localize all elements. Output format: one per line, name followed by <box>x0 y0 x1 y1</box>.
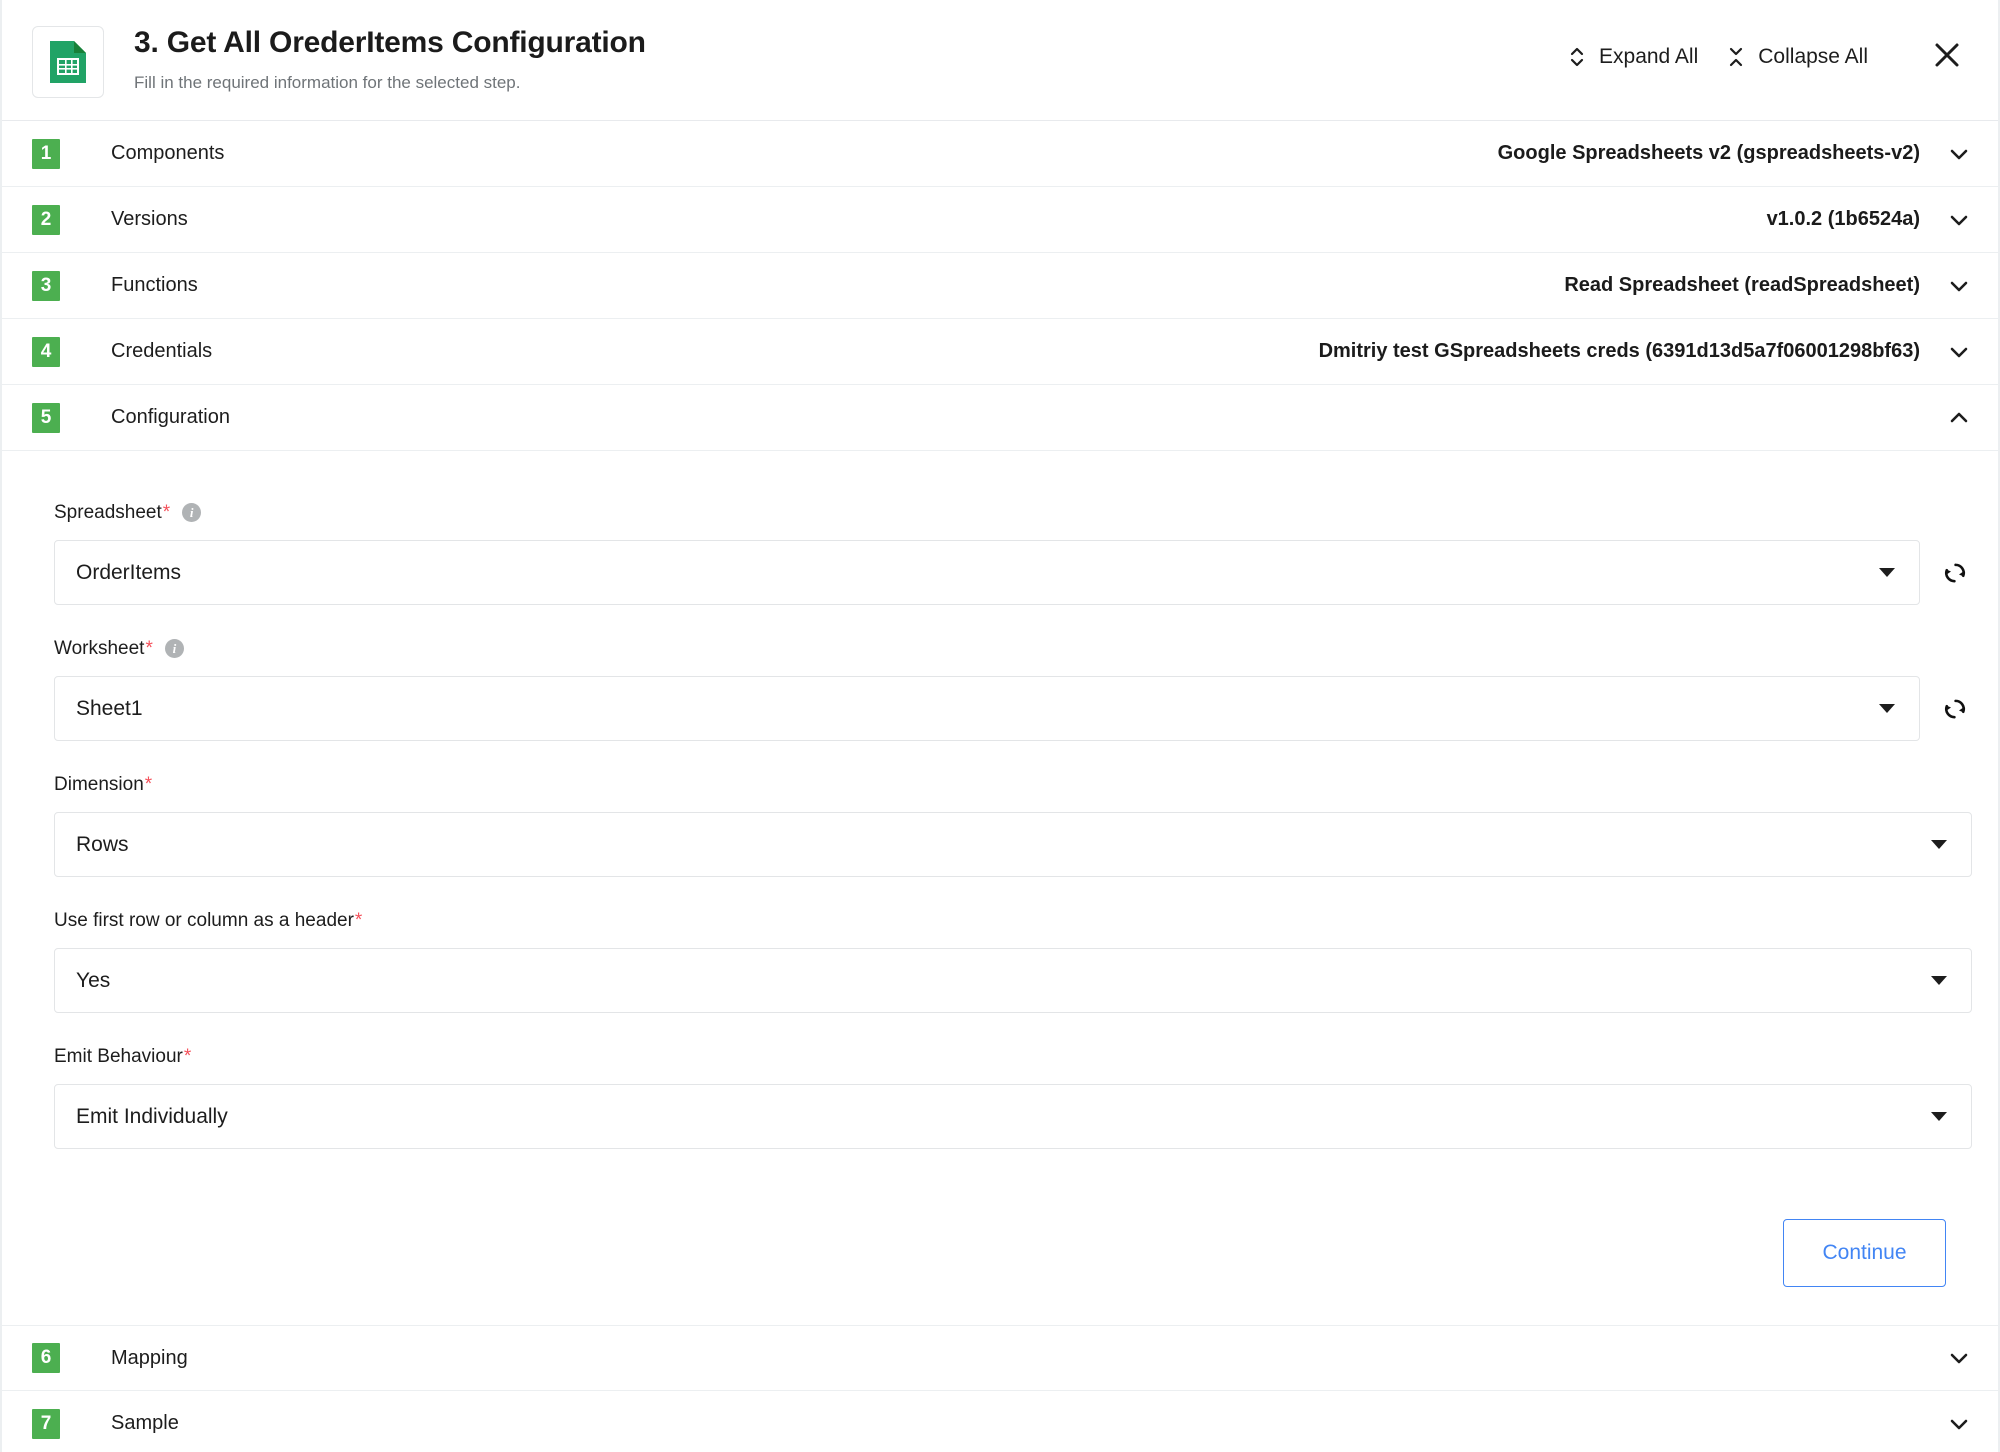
field-control: Sheet1 <box>54 676 1972 741</box>
spreadsheet-value: OrderItems <box>76 560 182 584</box>
worksheet-value: Sheet1 <box>76 696 143 720</box>
step-row-configuration[interactable]: 5 Configuration <box>2 385 1998 451</box>
steps-accordion: 1 Components Google Spreadsheets v2 (gsp… <box>2 121 1998 1452</box>
page-subtitle: Fill in the required information for the… <box>134 72 521 92</box>
configuration-panel: Spreadsheet * i OrderItems Worksheet * i… <box>2 451 1998 1325</box>
close-button[interactable] <box>1924 36 1970 77</box>
step-label: Mapping <box>111 1346 188 1369</box>
info-icon[interactable]: i <box>182 503 202 522</box>
step-label: Credentials <box>111 340 213 362</box>
collapse-vertical-icon <box>1726 44 1746 70</box>
required-marker: * <box>144 774 153 795</box>
field-label: Emit Behaviour * <box>54 1047 1972 1066</box>
required-marker: * <box>145 638 153 659</box>
field-label: Worksheet * i <box>54 639 1972 658</box>
field-label: Dimension * <box>54 775 1972 794</box>
expand-all-button[interactable]: Expand All <box>1553 38 1712 76</box>
close-icon <box>1932 40 1962 73</box>
step-label: Configuration <box>111 406 230 428</box>
emit-behaviour-value: Emit Individually <box>76 1104 228 1128</box>
step-value: Google Spreadsheets v2 (gspreadsheets-v2… <box>1497 142 1920 164</box>
emit-behaviour-select[interactable]: Emit Individually <box>54 1084 1972 1149</box>
collapse-all-label: Collapse All <box>1758 44 1868 68</box>
chevron-up-icon <box>1946 405 1972 431</box>
step-label: Sample <box>111 1412 179 1434</box>
title-block: 3. Get All OrederItems Configuration Fil… <box>134 22 646 93</box>
field-control: OrderItems <box>54 540 1972 605</box>
chevron-down-icon <box>1946 207 1972 233</box>
chevron-down-icon <box>1931 840 1947 849</box>
step-value: Read Spreadsheet (readSpreadsheet) <box>1564 274 1920 296</box>
refresh-icon[interactable] <box>1938 692 1972 726</box>
step-row-components[interactable]: 1 Components Google Spreadsheets v2 (gsp… <box>2 121 1998 187</box>
chevron-down-icon <box>1946 141 1972 167</box>
field-spreadsheet: Spreadsheet * i OrderItems <box>54 503 1972 605</box>
chevron-down-icon <box>1946 1345 1972 1371</box>
step-row-versions[interactable]: 2 Versions v1.0.2 (1b6524a) <box>2 187 1998 253</box>
field-label-text: Worksheet <box>54 638 145 659</box>
field-use-header: Use first row or column as a header * Yes <box>54 911 1972 1013</box>
step-row-functions[interactable]: 3 Functions Read Spreadsheet (readSpread… <box>2 253 1998 319</box>
step-configuration-dialog: 3. Get All OrederItems Configuration Fil… <box>0 0 2000 1452</box>
configuration-actions: Continue <box>54 1183 1972 1325</box>
step-badge: 2 <box>32 204 60 235</box>
field-label-text: Spreadsheet <box>54 502 162 523</box>
spreadsheet-select[interactable]: OrderItems <box>54 540 1920 605</box>
field-emit-behaviour: Emit Behaviour * Emit Individually <box>54 1047 1972 1149</box>
chevron-down-icon <box>1946 339 1972 365</box>
field-label-text: Emit Behaviour <box>54 1046 183 1067</box>
step-row-credentials[interactable]: 4 Credentials Dmitriy test GSpreadsheets… <box>2 319 1998 385</box>
step-badge: 7 <box>32 1408 60 1439</box>
chevron-down-icon <box>1946 1411 1972 1437</box>
step-value: v1.0.2 (1b6524a) <box>1766 208 1920 230</box>
google-sheets-icon <box>32 26 104 98</box>
step-badge: 6 <box>32 1343 60 1373</box>
collapse-all-button[interactable]: Collapse All <box>1712 38 1882 76</box>
step-value: Dmitriy test GSpreadsheets creds (6391d1… <box>1318 340 1920 362</box>
step-label: Functions <box>111 274 198 296</box>
field-control: Yes <box>54 948 1972 1013</box>
required-marker: * <box>162 502 171 523</box>
field-label-text: Use first row or column as a header <box>54 910 354 931</box>
google-sheets-glyph <box>50 41 86 83</box>
expand-vertical-icon <box>1567 44 1587 70</box>
use-header-select[interactable]: Yes <box>54 948 1972 1013</box>
step-row-sample[interactable]: 7 Sample <box>2 1391 1998 1452</box>
required-marker: * <box>354 910 363 931</box>
field-control: Rows <box>54 812 1972 877</box>
chevron-down-icon <box>1946 273 1972 299</box>
step-badge: 4 <box>32 336 60 367</box>
field-worksheet: Worksheet * i Sheet1 <box>54 639 1972 741</box>
step-label: Versions <box>111 208 188 230</box>
dialog-header: 3. Get All OrederItems Configuration Fil… <box>2 0 1998 121</box>
field-dimension: Dimension * Rows <box>54 775 1972 877</box>
use-header-value: Yes <box>76 968 111 992</box>
field-label: Use first row or column as a header * <box>54 911 1972 930</box>
worksheet-select[interactable]: Sheet1 <box>54 676 1920 741</box>
refresh-icon[interactable] <box>1938 556 1972 590</box>
step-badge: 1 <box>32 138 60 169</box>
info-icon[interactable]: i <box>164 639 184 658</box>
required-marker: * <box>183 1046 192 1067</box>
field-control: Emit Individually <box>54 1084 1972 1149</box>
page-title: 3. Get All OrederItems Configuration <box>134 26 646 59</box>
step-label: Components <box>111 142 225 164</box>
dimension-value: Rows <box>76 832 129 856</box>
chevron-down-icon <box>1879 568 1895 577</box>
field-label-text: Dimension <box>54 774 144 795</box>
step-badge: 5 <box>32 402 60 433</box>
step-badge: 3 <box>32 270 60 301</box>
continue-button[interactable]: Continue <box>1783 1219 1946 1287</box>
header-actions: Expand All Collapse All <box>1553 36 1970 77</box>
expand-all-label: Expand All <box>1599 44 1699 68</box>
chevron-down-icon <box>1879 704 1895 713</box>
chevron-down-icon <box>1931 976 1947 985</box>
chevron-down-icon <box>1931 1112 1947 1121</box>
field-label: Spreadsheet * i <box>54 503 1972 522</box>
dimension-select[interactable]: Rows <box>54 812 1972 877</box>
step-row-mapping[interactable]: 6 Mapping <box>2 1325 1998 1391</box>
